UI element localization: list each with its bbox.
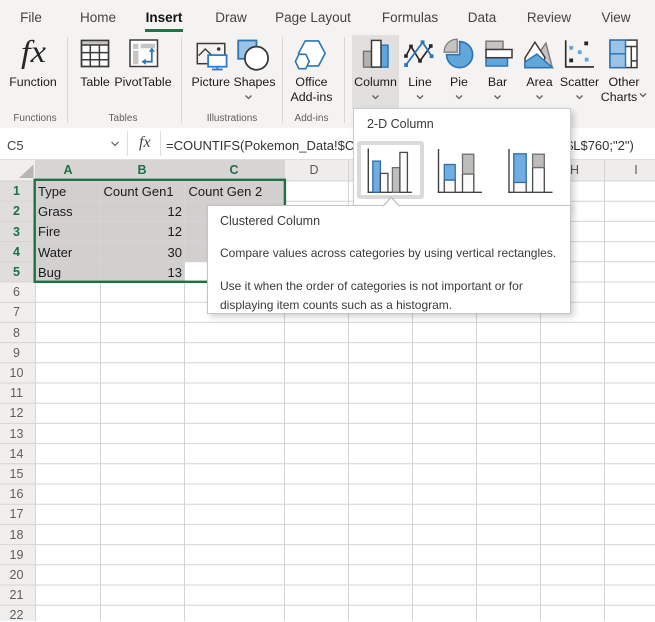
svg-text:fx: fx — [21, 33, 46, 69]
